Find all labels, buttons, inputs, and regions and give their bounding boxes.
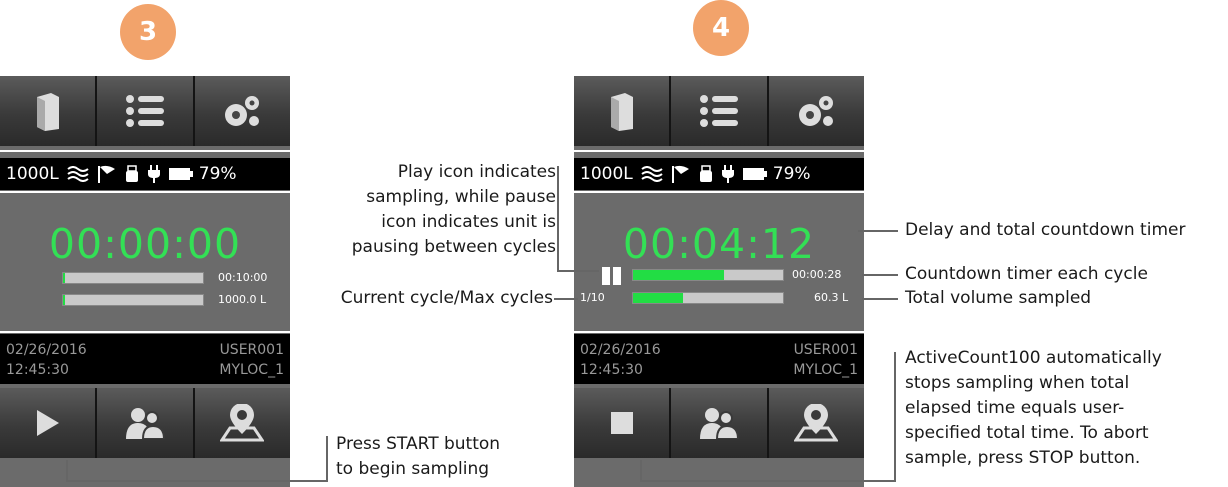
volume-setting: 1000L xyxy=(6,164,59,184)
location-label: MYLOC_1 xyxy=(793,362,858,378)
divider xyxy=(574,150,864,152)
leader-line xyxy=(557,270,599,272)
users-icon xyxy=(699,408,739,439)
gears-icon xyxy=(799,96,834,126)
bottom-toolbar xyxy=(574,388,864,458)
annotation-delay: Delay and total countdown timer xyxy=(905,220,1186,240)
user-label: USER001 xyxy=(219,342,284,358)
divider xyxy=(0,150,290,152)
leader-line xyxy=(862,298,898,300)
volume-progress-fill xyxy=(633,293,683,303)
annotation-play-pause: Play icon indicates sampling, while paus… xyxy=(351,162,556,257)
bottom-toolbar xyxy=(0,388,290,458)
gears-icon xyxy=(225,96,260,126)
volume-progress-bar xyxy=(632,292,784,304)
usb-icon xyxy=(699,165,713,183)
annotation-volume: Total volume sampled xyxy=(905,288,1092,308)
cycle-time-value: 00:10:00 xyxy=(218,271,268,284)
leader-line xyxy=(894,352,896,482)
volume-value: 60.3 L xyxy=(814,291,849,304)
divider xyxy=(574,331,864,333)
users-button[interactable] xyxy=(97,388,195,458)
usb-icon xyxy=(125,165,139,183)
cycle-time-value: 00:00:28 xyxy=(792,268,842,281)
volume-progress-bar xyxy=(62,294,204,306)
list-icon xyxy=(125,95,164,127)
location-button[interactable] xyxy=(768,388,864,458)
date-label: 02/26/2016 xyxy=(6,342,87,358)
stop-button[interactable] xyxy=(574,388,672,458)
list-button[interactable] xyxy=(671,76,769,146)
device-screen-left: 1000L 79% 00:00:00 00:10:00 1000.0 L 02/… xyxy=(0,76,290,487)
cycle-count: 1/10 xyxy=(580,291,605,304)
battery-icon xyxy=(168,168,193,180)
divider xyxy=(574,191,864,193)
cycle-progress-fill xyxy=(633,270,724,280)
list-button[interactable] xyxy=(97,76,195,146)
status-bar: 1000L 79% xyxy=(0,158,290,190)
divider xyxy=(0,191,290,193)
time-label: 12:45:30 xyxy=(6,362,69,378)
settings-button[interactable] xyxy=(768,76,864,146)
volume-value: 1000.0 L xyxy=(218,293,267,306)
flow-icon xyxy=(67,166,89,182)
power-plug-icon xyxy=(721,165,735,183)
total-timer: 00:04:12 xyxy=(622,220,816,268)
step-3-badge: 3 xyxy=(120,4,176,60)
leader-line xyxy=(66,460,68,482)
battery-percent: 79% xyxy=(772,164,811,184)
cycle-progress-bar xyxy=(632,269,784,281)
location-button[interactable] xyxy=(194,388,290,458)
pause-icon xyxy=(602,267,624,285)
leader-line xyxy=(66,480,328,482)
leader-line xyxy=(862,274,898,276)
volume-setting: 1000L xyxy=(580,164,633,184)
annotation-countdown: Countdown timer each cycle xyxy=(905,264,1148,284)
date-label: 02/26/2016 xyxy=(580,342,661,358)
top-toolbar xyxy=(574,76,864,146)
annotation-auto-stop: ActiveCount100 automatically stops sampl… xyxy=(905,348,1162,468)
power-plug-icon xyxy=(147,165,161,183)
book-button[interactable] xyxy=(574,76,672,146)
flow-icon xyxy=(641,166,663,182)
user-label: USER001 xyxy=(793,342,858,358)
book-button[interactable] xyxy=(0,76,98,146)
book-icon xyxy=(36,93,59,131)
info-panel: 02/26/2016 12:45:30 USER001 MYLOC_1 xyxy=(574,334,864,384)
info-panel: 02/26/2016 12:45:30 USER001 MYLOC_1 xyxy=(0,334,290,384)
total-timer: 00:00:00 xyxy=(48,220,242,268)
map-pin-icon xyxy=(794,404,839,442)
book-icon xyxy=(610,93,633,131)
leader-line xyxy=(557,166,559,272)
start-button[interactable] xyxy=(0,388,98,458)
list-icon xyxy=(699,95,738,127)
battery-icon xyxy=(742,168,767,180)
annotation-start: Press START button to begin sampling xyxy=(336,434,501,479)
main-panel: 00:04:12 00:00:28 1/10 60.3 L xyxy=(574,194,864,332)
users-button[interactable] xyxy=(671,388,769,458)
leader-line xyxy=(326,436,328,482)
play-icon xyxy=(36,410,59,436)
main-panel: 00:00:00 00:10:00 1000.0 L xyxy=(0,194,290,332)
leader-line xyxy=(554,298,578,300)
device-screen-right: 1000L 79% 00:04:12 00:00:28 1/10 60.3 L … xyxy=(574,76,864,487)
time-label: 12:45:30 xyxy=(580,362,643,378)
status-bar: 1000L 79% xyxy=(574,158,864,190)
leader-line xyxy=(640,480,896,482)
flag-icon xyxy=(671,165,691,183)
users-icon xyxy=(125,408,165,439)
step-4-badge: 4 xyxy=(693,0,749,56)
cycle-progress-bar xyxy=(62,272,204,284)
annotation-cycle: Current cycle/Max cycles xyxy=(340,288,553,308)
map-pin-icon xyxy=(220,404,265,442)
leader-line xyxy=(858,230,898,232)
settings-button[interactable] xyxy=(194,76,290,146)
leader-line xyxy=(640,460,642,482)
flag-icon xyxy=(97,165,117,183)
location-label: MYLOC_1 xyxy=(219,362,284,378)
divider xyxy=(0,331,290,333)
stop-icon xyxy=(610,412,633,434)
top-toolbar xyxy=(0,76,290,146)
battery-percent: 79% xyxy=(198,164,237,184)
